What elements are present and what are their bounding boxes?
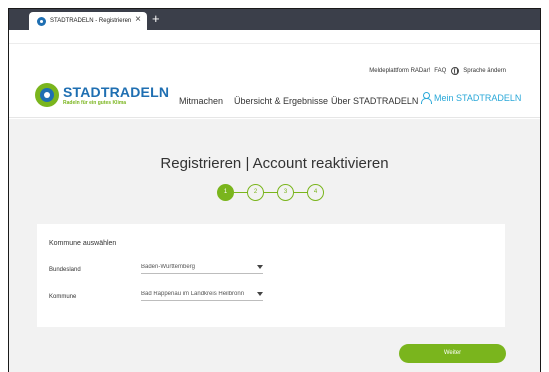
page-title: Registrieren | Account reaktivieren	[160, 155, 389, 172]
globe-icon[interactable]	[451, 67, 460, 75]
main-content: Registrieren | Account reaktivieren 1 2 …	[9, 119, 540, 372]
tab-title: STADTRADELN - Registrieren	[50, 18, 132, 24]
language-link[interactable]: Sprache ändern	[463, 68, 506, 74]
step-2: 2	[247, 184, 264, 201]
bike-logo-icon	[35, 83, 59, 107]
kommune-select[interactable]: Bad Rappenau im Landkreis Heilbronn	[141, 287, 263, 301]
step-connector	[225, 192, 317, 193]
browser-window: STADTRADELN - Registrieren × + Meldeplat…	[8, 8, 541, 372]
nav-uebersicht[interactable]: Übersicht & Ergebnisse	[234, 96, 328, 106]
faq-link[interactable]: FAQ	[434, 68, 446, 74]
card-title: Kommune auswählen	[49, 240, 117, 247]
browser-toolbar-strip	[9, 30, 540, 44]
close-tab-icon[interactable]: ×	[135, 14, 141, 26]
step-3: 3	[277, 184, 294, 201]
site-header: Meldeplattform RADar! FAQ Sprache ändern…	[9, 45, 540, 118]
chevron-down-icon	[257, 264, 263, 269]
logo-tagline: Radeln für ein gutes Klima	[63, 99, 127, 106]
site-logo[interactable]: STADTRADELN Radeln für ein gutes Klima	[35, 83, 169, 107]
step-indicator: 1 2 3 4	[217, 183, 325, 203]
weiter-button[interactable]: Weiter	[399, 344, 506, 363]
browser-tab-bar: STADTRADELN - Registrieren × +	[9, 9, 540, 30]
step-1: 1	[217, 184, 234, 201]
browser-tab[interactable]: STADTRADELN - Registrieren ×	[29, 12, 147, 30]
chevron-down-icon	[257, 291, 263, 296]
bundesland-select[interactable]: Baden-Württemberg	[141, 260, 263, 274]
nav-mein-label: Mein STADTRADELN	[434, 92, 522, 103]
person-icon	[421, 92, 432, 104]
logo-name: STADTRADELN	[63, 83, 170, 100]
nav-mitmachen[interactable]: Mitmachen	[179, 96, 223, 106]
new-tab-icon[interactable]: +	[152, 11, 160, 27]
bundesland-value: Baden-Württemberg	[141, 263, 196, 270]
step-4: 4	[307, 184, 324, 201]
nav-mein-stadtradeln[interactable]: Mein STADTRADELN	[421, 92, 522, 104]
favicon-icon	[37, 16, 46, 26]
kommune-card: Kommune auswählen Bundesland Baden-Württ…	[37, 224, 505, 327]
kommune-value: Bad Rappenau im Landkreis Heilbronn	[141, 290, 245, 297]
bundesland-label: Bundesland	[49, 267, 81, 273]
nav-ueber-stadtradeln[interactable]: Über STADTRADELN	[331, 96, 418, 106]
kommune-label: Kommune	[49, 294, 77, 300]
meldeplattform-link[interactable]: Meldeplattform RADar!	[369, 68, 430, 74]
logo-text: STADTRADELN Radeln für ein gutes Klima	[63, 83, 170, 106]
utility-nav: Meldeplattform RADar! FAQ Sprache ändern	[365, 67, 506, 75]
